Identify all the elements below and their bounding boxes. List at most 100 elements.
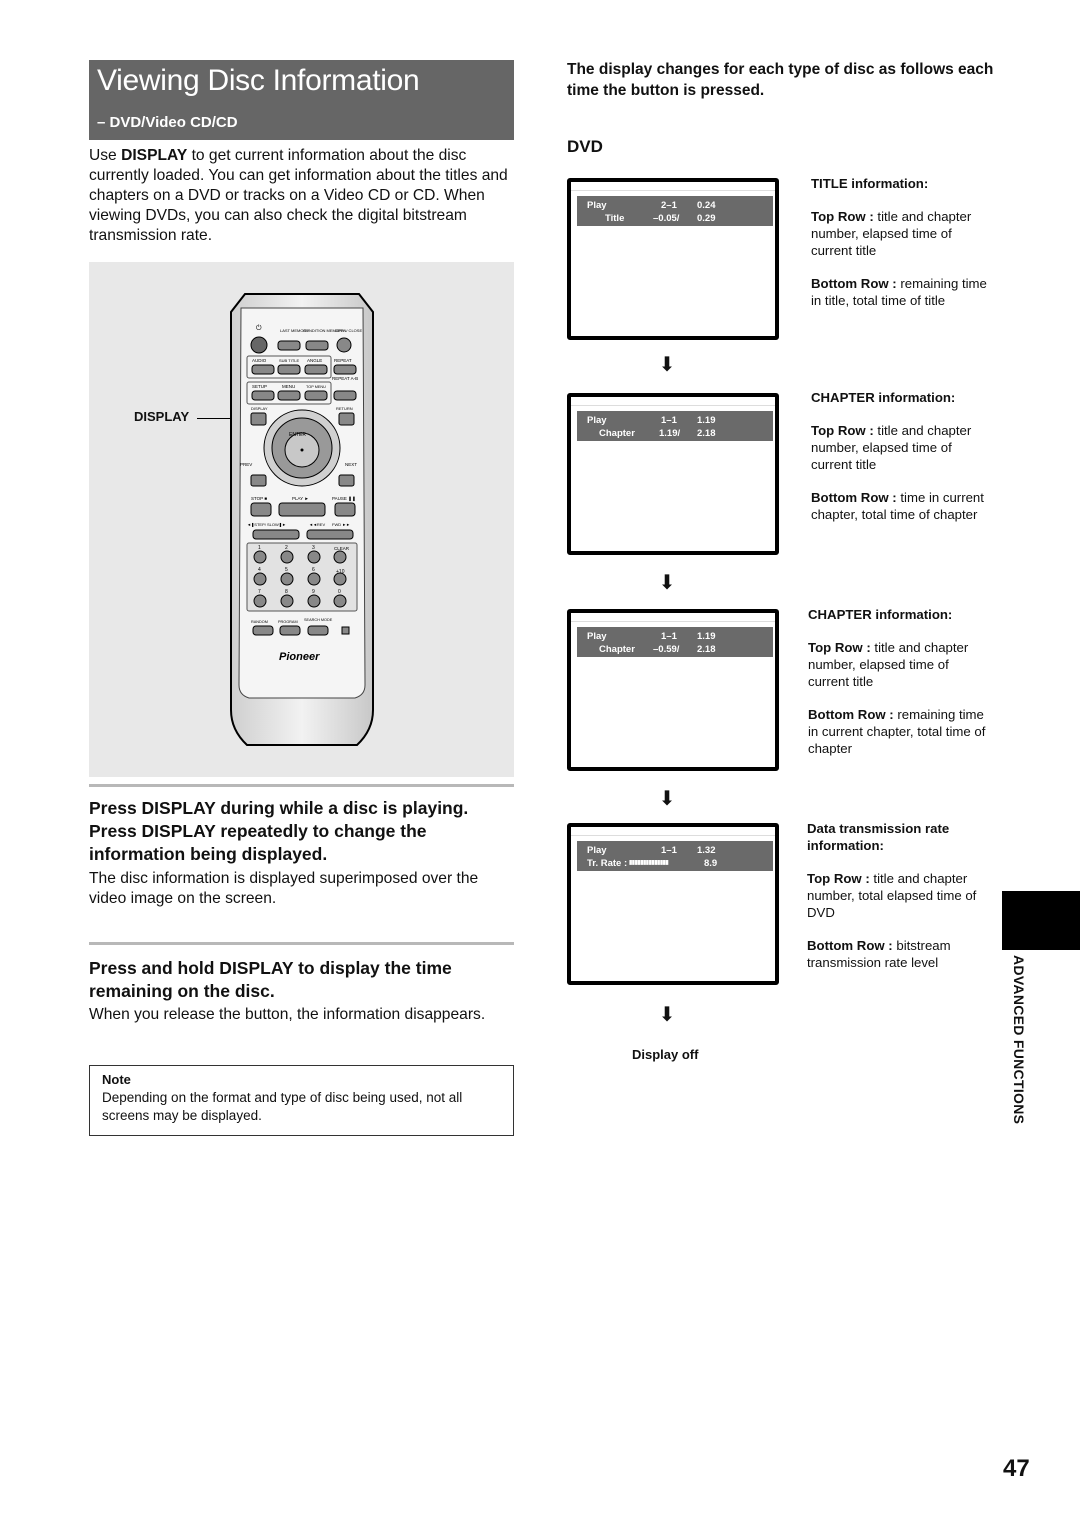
search-mode-button: [307, 625, 329, 636]
osd-row1-label: Play: [587, 415, 607, 426]
numpad-button: [280, 572, 294, 586]
step-2-heading: Press and hold DISPLAY to display the ti…: [89, 958, 452, 1001]
audio-button: [251, 364, 275, 375]
osd-row1-time: 1.19: [697, 415, 716, 426]
prev-label: PREV: [240, 462, 252, 467]
numpad-button: [307, 594, 321, 608]
osd-row2-label: Chapter: [599, 644, 635, 655]
display-off-label: Display off: [632, 1047, 699, 1062]
bottom-row-label: Bottom Row :: [807, 938, 893, 953]
chapter-tab-text: ADVANCED FUNCTIONS: [1011, 955, 1027, 1125]
bottom-row-description: Bottom Row : remaining time in title, to…: [811, 275, 996, 309]
osd-row2-time: –0.59/: [653, 644, 680, 655]
screen-description: Data transmission rate information: Top R…: [807, 820, 992, 987]
return-label: RETURN: [336, 406, 353, 411]
osd-row2-total: 2.18: [697, 428, 716, 439]
osd-row2-label: Chapter: [599, 428, 635, 439]
tv-screen: Play 1–1 1.19 Chapter 1.19/2.18: [567, 393, 779, 555]
repeat-button: [333, 364, 357, 375]
screen-description: CHAPTER information: Top Row : title and …: [808, 606, 993, 773]
tv-screen: Play 1–1 1.19 Chapter –0.59/2.18: [567, 609, 779, 771]
osd-row1-label: Play: [587, 845, 607, 856]
osd-row1-label: Play: [587, 200, 607, 211]
tv-screen: Play 1–1 1.32 Tr. Rate : ▮▮▮▮▮▮▮▮▮▮▮▮▮▮ 8.9: [567, 823, 779, 985]
info-title: Data transmission rate information:: [807, 821, 950, 853]
step-1-heading: Press DISPLAY during while a disc is pla…: [89, 798, 469, 864]
page-number: 47: [1003, 1455, 1030, 1482]
osd-bar: Play 1–1 1.32 Tr. Rate : ▮▮▮▮▮▮▮▮▮▮▮▮▮▮ 8.9: [577, 841, 773, 871]
step-2-body: When you release the button, the informa…: [89, 1006, 486, 1023]
numpad-button: [280, 594, 294, 608]
numpad-digit-label: 2: [285, 545, 288, 551]
repeat-label: REPEAT: [334, 358, 352, 363]
numpad-digit-label: 7: [258, 589, 261, 595]
play-label: PLAY ►: [292, 496, 309, 501]
numpad-button: [253, 572, 267, 586]
numpad-digit-label: 8: [285, 589, 288, 595]
osd-row2-label: Title: [605, 213, 625, 224]
numpad-button: [253, 550, 267, 564]
plus10-label: +10: [336, 569, 345, 575]
display-button: [250, 412, 267, 426]
open-close-button: [336, 337, 352, 353]
osd-bar: Play 1–1 1.19 Chapter 1.19/2.18: [577, 411, 773, 441]
numpad-digit-label: 0: [338, 589, 341, 595]
numpad-digit-label: 6: [312, 567, 315, 573]
brand-logo: Pioneer: [279, 651, 320, 663]
osd-row1-chapter: 1–1: [661, 631, 677, 642]
osd-row1-time: 1.19: [697, 631, 716, 642]
angle-label: ANGLE: [307, 358, 322, 363]
osd-rate-meter: ▮▮▮▮▮▮▮▮▮▮▮▮▮▮: [629, 860, 669, 866]
down-arrow-icon: ⬇: [658, 788, 676, 810]
numpad-button: [333, 594, 347, 608]
intro-keyword: DISPLAY: [121, 147, 188, 164]
down-arrow-icon: ⬇: [658, 1004, 676, 1026]
stop-label: STOP ■: [251, 496, 267, 501]
osd-bar: Play 2–1 0.24 Title –0.05/0.29: [577, 196, 773, 226]
setup-label: SETUP: [252, 384, 267, 389]
osd-row2-time: 1.19/: [659, 428, 681, 439]
step-slow-button: [252, 529, 300, 540]
play-button: [278, 502, 326, 517]
note-box: Note Depending on the format and type of…: [89, 1065, 514, 1136]
next-button: [338, 474, 355, 487]
subtitle-button: [277, 364, 301, 375]
fwd-label: FWD ►►: [332, 522, 350, 527]
indicator-icon: [341, 626, 350, 635]
osd-row2-total: 0.29: [697, 213, 716, 224]
osd-row1-time: 0.24: [697, 200, 716, 211]
pause-button: [334, 502, 356, 517]
setup-button: [251, 390, 275, 401]
section-divider: [89, 784, 514, 787]
info-title: CHAPTER information:: [811, 390, 956, 405]
numpad-button: [253, 594, 267, 608]
open-close-label: OPEN/ CLOSE: [335, 328, 362, 333]
top-row-label: Top Row :: [808, 640, 871, 655]
random-button: [252, 625, 274, 636]
info-title: TITLE information:: [811, 176, 929, 191]
search-mode-label: SEARCH MODE: [304, 618, 333, 622]
top-row-label: Top Row :: [807, 871, 870, 886]
screen-description: CHAPTER information: Top Row : title and …: [811, 389, 996, 539]
rev-fwd-button: [306, 529, 354, 540]
top-row-description: Top Row : title and chapter number, elap…: [811, 422, 996, 473]
osd-bar: Play 1–1 1.19 Chapter –0.59/2.18: [577, 627, 773, 657]
program-label: PROGRAM: [278, 620, 298, 624]
tv-screen: Play 2–1 0.24 Title –0.05/0.29: [567, 178, 779, 340]
step-slow-label: ◄❚STEP/ SLOW❚►: [247, 522, 286, 527]
note-label: Note: [102, 1072, 131, 1087]
top-row-label: Top Row :: [811, 423, 874, 438]
next-label: NEXT: [345, 462, 357, 467]
numpad-button: [307, 572, 321, 586]
title-banner: Viewing Disc Information – DVD/Video CD/…: [89, 60, 514, 140]
display-sequence-intro: The display changes for each type of dis…: [567, 61, 994, 99]
remote-illustration-panel: DISPLAY ⏻ LAST MEMORY CONDITION MEMORY O…: [89, 262, 514, 777]
osd-row2-total: 8.9: [704, 858, 718, 869]
osd-row1-time: 1.32: [697, 845, 716, 856]
last-memory-button: [277, 340, 301, 351]
bottom-row-label: Bottom Row :: [811, 490, 897, 505]
numpad-digit-label: 9: [312, 589, 315, 595]
subtitle-label: SUB TITLE: [279, 358, 299, 363]
intro-prefix: Use: [89, 147, 122, 164]
osd-row2-time: –0.05/: [653, 213, 680, 224]
